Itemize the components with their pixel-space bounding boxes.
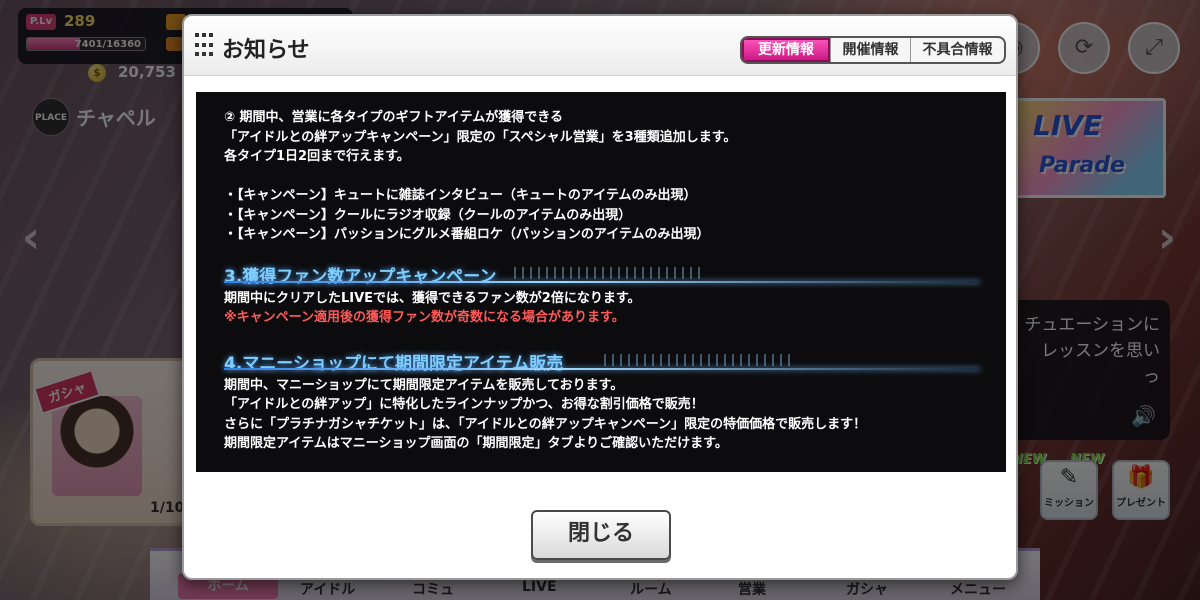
tab-event-info[interactable]: 開催情報 — [830, 38, 910, 62]
section-body: さらに「プラチナガシャチケット」は、「アイドルとの絆アップキャンペーン」限定の特… — [224, 416, 867, 432]
tab-bug-info[interactable]: 不具合情報 — [910, 38, 1004, 62]
heading-underline — [224, 280, 980, 283]
section-heading-fan: 3.獲得ファン数アップキャンペーン — [224, 259, 986, 289]
notice-modal: お知らせ 更新情報 開催情報 不具合情報 ② 期間中、営業に各タイプのギフトアイ… — [182, 14, 1018, 580]
bullet-item: ・【キャンペーン】パッションにグルメ番組ロケ（パッションのアイテムのみ出現） — [224, 227, 710, 242]
intro-line: 各タイプ1日2回まで行えます。 — [224, 149, 410, 164]
sparkle-decoration — [604, 353, 794, 366]
grid-dots-icon — [195, 33, 215, 59]
section-title: 4.マニーショップにて期間限定アイテム販売 — [224, 353, 564, 374]
section-note: ※キャンペーン適用後の獲得ファン数が奇数になる場合があります。 — [224, 310, 625, 325]
section-body: 期間中にクリアしたLIVEでは、獲得できるファン数が2倍になります。 — [224, 290, 641, 306]
sparkle-decoration — [514, 266, 704, 279]
section-body: 期間限定アイテムはマニーショップ画面の「期間限定」タブよりご確認いただけます。 — [224, 436, 728, 451]
modal-header: お知らせ 更新情報 開催情報 不具合情報 — [184, 16, 1016, 76]
close-button[interactable]: 閉じる — [531, 510, 671, 560]
bullet-item: ・【キャンペーン】クールにラジオ収録（クールのアイテムのみ出現） — [224, 207, 632, 223]
notice-tabs: 更新情報 開催情報 不具合情報 — [740, 36, 1006, 64]
section-title: 3.獲得ファン数アップキャンペーン — [224, 266, 497, 287]
modal-title: お知らせ — [222, 38, 310, 63]
section-heading-shop: 4.マニーショップにて期間限定アイテム販売 — [224, 346, 986, 376]
intro-line: ② 期間中、営業に各タイプのギフトアイテムが獲得できる — [224, 110, 563, 125]
heading-underline — [224, 367, 980, 370]
intro-line: 「アイドルとの絆アップキャンペーン」限定の「スペシャル営業」を3種類追加します。 — [224, 129, 737, 145]
section-body: 期間中、マニーショップにて期間限定アイテムを販売しております。 — [224, 377, 624, 393]
section-body: 「アイドルとの絆アップ」に特化したラインナップかつ、お得な割引価格で販売！ — [224, 397, 704, 412]
tab-update-info[interactable]: 更新情報 — [742, 38, 830, 62]
notice-content[interactable]: ② 期間中、営業に各タイプのギフトアイテムが獲得できる 「アイドルとの絆アップキ… — [196, 92, 1006, 472]
notice-body: ② 期間中、営業に各タイプのギフトアイテムが獲得できる 「アイドルとの絆アップキ… — [224, 108, 986, 454]
bullet-item: ・【キャンペーン】キュートに雑誌インタビュー（キュートのアイテムのみ出現） — [224, 188, 697, 203]
